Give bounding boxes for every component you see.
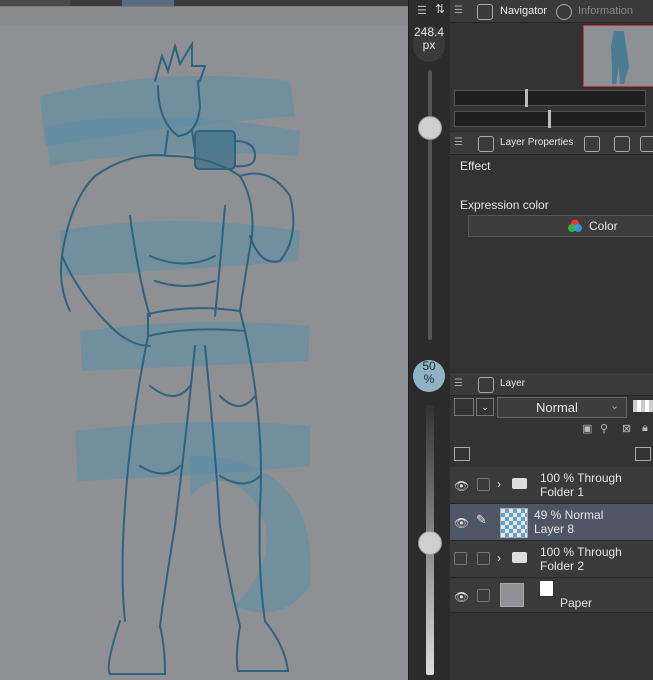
layer-info: 49 % Normal — [534, 508, 604, 522]
lock-icon[interactable]: 🔒︎ — [642, 422, 648, 435]
chevron-right-icon[interactable]: › — [497, 551, 501, 565]
undo-history-icon[interactable] — [614, 136, 630, 152]
layer-properties-body: Effect Expression color Color — [450, 155, 653, 372]
brush-size-knob[interactable] — [418, 116, 442, 140]
drawing-canvas[interactable] — [0, 26, 408, 680]
lock-transparency-icon[interactable]: ⊠ — [622, 422, 631, 435]
layer-checkbox[interactable] — [477, 552, 490, 565]
opacity-slider-icon[interactable] — [633, 400, 653, 412]
menu-icon[interactable]: ☰ — [454, 6, 464, 16]
brush-tool-icon[interactable]: ⇅ — [435, 2, 445, 16]
layer-name: Layer 8 — [534, 522, 575, 536]
layer-name: Folder 1 — [540, 485, 585, 499]
layer-color-square[interactable] — [454, 398, 474, 416]
color-circles-icon — [567, 219, 583, 233]
folder-icon — [512, 552, 527, 563]
tab-information[interactable]: Information — [578, 0, 633, 22]
brush-size-track[interactable] — [428, 70, 432, 340]
menu-icon[interactable]: ☰ — [417, 4, 427, 17]
tool-property-icon[interactable] — [584, 136, 600, 152]
layer-name: Paper — [560, 596, 593, 610]
opacity-unit: % — [423, 372, 435, 386]
blend-mode-select[interactable]: Normal ⌄ — [497, 397, 627, 418]
navigator-thumbnail — [611, 31, 629, 84]
chevron-down-icon: ⌄ — [610, 400, 620, 412]
layer-stack-icon — [478, 377, 494, 393]
opacity-knob[interactable] — [418, 531, 442, 555]
tab-navigator[interactable]: Navigator — [500, 0, 547, 22]
chevron-down-icon[interactable]: ⌄ — [476, 398, 494, 416]
tab-layer[interactable]: Layer — [500, 373, 525, 395]
effect-label: Effect — [460, 159, 491, 173]
navigator-header: ☰ Navigator Information — [450, 0, 653, 23]
expression-color-label: Expression color — [460, 198, 549, 212]
layer-row-folder-1[interactable]: 👁︎ › 100 % Through Folder 1 — [450, 467, 653, 504]
navigator-body — [450, 23, 653, 131]
menu-icon[interactable]: ☰ — [454, 138, 464, 148]
auto-action-icon[interactable] — [640, 136, 653, 152]
sketch-artwork — [40, 40, 311, 675]
visibility-eye-icon[interactable]: 👁︎ — [454, 590, 469, 604]
navigator-preview[interactable] — [583, 25, 653, 87]
layer-checkbox[interactable] — [477, 478, 490, 491]
layer-thumbnail — [500, 508, 528, 538]
layer-row-paper[interactable]: 👁︎ Paper — [450, 578, 653, 613]
layer-panel-toggle-icon[interactable] — [454, 447, 470, 461]
layer-properties-icon — [478, 136, 494, 152]
pen-icon: ✎ — [476, 512, 487, 527]
color-button-label: Color — [589, 219, 618, 233]
brush-size-unit: px — [422, 38, 436, 52]
layer-row-layer-8[interactable]: 👁︎ ✎ 49 % Normal Layer 8 — [450, 504, 653, 541]
layer-info: 100 % Through — [540, 545, 622, 559]
opacity-indicator: 50 % — [413, 360, 445, 392]
layer-info: 100 % Through — [540, 471, 622, 485]
layer-row-folder-2[interactable]: › 100 % Through Folder 2 — [450, 541, 653, 578]
layer-name: Folder 2 — [540, 559, 585, 573]
size-opacity-column: ☰ ⇅ 248.4 px 50 % — [408, 0, 452, 680]
layer-checkbox[interactable] — [477, 589, 490, 602]
paper-icon — [539, 580, 554, 597]
clip-icon[interactable]: ▣ — [582, 422, 592, 435]
folder-icon — [512, 478, 527, 489]
reference-layer-icon[interactable]: ⚲ — [600, 422, 608, 435]
info-icon — [556, 4, 572, 20]
rotate-slider-handle[interactable] — [548, 110, 551, 128]
layer-panel-body: ⌄ Normal ⌄ ▣ ⚲ ⊠ 🔒︎ 👁︎ › 100 % Through F… — [450, 396, 653, 680]
new-layer-icon[interactable] — [635, 447, 651, 461]
menu-icon[interactable]: ☰ — [454, 379, 464, 389]
chevron-right-icon[interactable]: › — [497, 477, 501, 491]
zoom-slider[interactable] — [454, 89, 646, 107]
navigator-icon — [477, 4, 493, 20]
canvas-top-area — [0, 6, 408, 26]
layer-panel-header: ☰ Layer — [450, 373, 653, 396]
color-button[interactable]: Color — [468, 215, 653, 237]
visibility-eye-icon[interactable]: 👁︎ — [454, 516, 469, 530]
paper-thumbnail — [500, 583, 524, 607]
brush-size-indicator: 248.4 px — [413, 26, 445, 62]
visibility-checkbox[interactable] — [454, 552, 467, 565]
zoom-slider-handle[interactable] — [525, 89, 528, 107]
tab-layer-properties[interactable]: Layer Properties — [500, 132, 573, 154]
blend-mode-value: Normal — [536, 400, 578, 415]
rotate-slider[interactable] — [454, 110, 646, 128]
visibility-eye-icon[interactable]: 👁︎ — [454, 479, 469, 493]
layer-properties-header: ☰ Layer Properties — [450, 132, 653, 155]
